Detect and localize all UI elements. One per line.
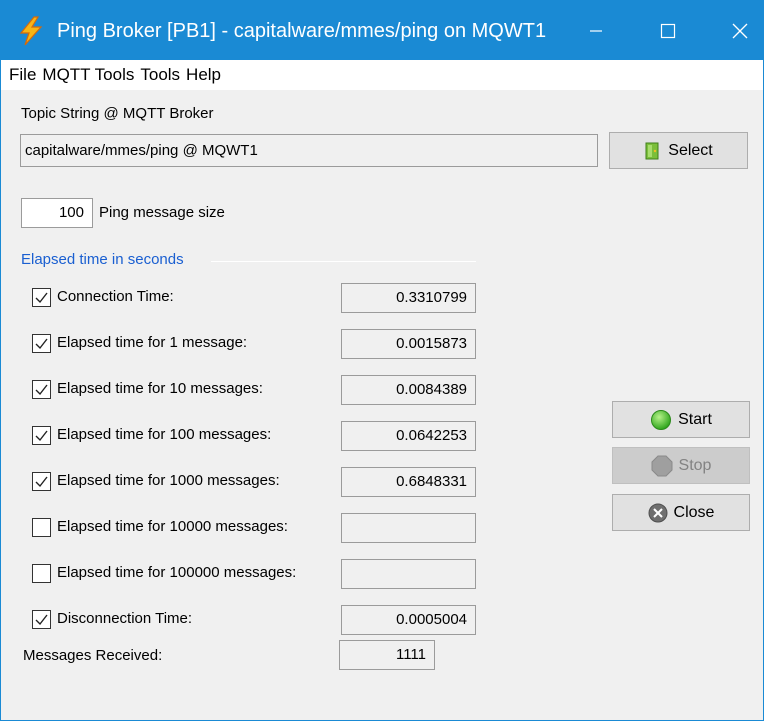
elapsed-checkbox[interactable] xyxy=(32,287,51,307)
elapsed-row-value: 0.0642253 xyxy=(341,421,476,451)
elapsed-row-value xyxy=(341,513,476,543)
title-bar[interactable]: Ping Broker [PB1] - capitalware/mmes/pin… xyxy=(1,1,763,60)
select-button[interactable]: Select xyxy=(609,132,748,169)
elapsed-row-value: 0.6848331 xyxy=(341,467,476,497)
close-button[interactable]: Close xyxy=(612,494,750,531)
elapsed-group-label: Elapsed time in seconds xyxy=(21,251,184,268)
elapsed-row: Elapsed time for 1000 messages: xyxy=(32,469,280,493)
topic-field[interactable]: capitalware/mmes/ping @ MQWT1 xyxy=(20,134,598,167)
group-divider xyxy=(211,261,476,262)
checkmark-icon xyxy=(35,338,48,349)
elapsed-row: Elapsed time for 100 messages: xyxy=(32,423,271,447)
messages-received-value: 1111 xyxy=(339,640,435,670)
green-circle-icon xyxy=(651,409,672,430)
elapsed-row-label: Connection Time: xyxy=(57,288,174,305)
elapsed-row-value: 0.0005004 xyxy=(341,605,476,635)
checkmark-icon xyxy=(35,384,48,395)
menu-help[interactable]: Help xyxy=(184,60,225,90)
elapsed-row: Elapsed time for 100000 messages: xyxy=(32,561,296,585)
menu-file[interactable]: File xyxy=(7,60,40,90)
minimize-icon xyxy=(590,29,602,32)
grey-octagon-icon xyxy=(651,455,673,476)
stop-button-label: Stop xyxy=(678,456,712,474)
close-x-circle-icon xyxy=(648,503,668,522)
elapsed-row-value: 0.0015873 xyxy=(341,329,476,359)
elapsed-row-value: 0.0084389 xyxy=(341,375,476,405)
elapsed-row-label: Elapsed time for 1 message: xyxy=(57,334,248,351)
maximize-button[interactable] xyxy=(641,1,695,60)
topic-label: Topic String @ MQTT Broker xyxy=(21,105,214,122)
elapsed-checkbox[interactable] xyxy=(32,609,51,629)
elapsed-row-label: Elapsed time for 100 messages: xyxy=(57,426,272,443)
elapsed-row: Elapsed time for 10000 messages: xyxy=(32,515,288,539)
elapsed-row-label: Elapsed time for 10000 messages: xyxy=(57,518,288,535)
elapsed-row-label: Disconnection Time: xyxy=(57,610,193,627)
checkmark-icon xyxy=(35,292,48,303)
minimize-button[interactable] xyxy=(569,1,623,60)
start-button-label: Start xyxy=(678,410,712,428)
stop-button[interactable]: Stop xyxy=(612,447,750,484)
elapsed-row: Disconnection Time: xyxy=(32,607,192,631)
ping-broker-window: Ping Broker [PB1] - capitalware/mmes/pin… xyxy=(0,0,764,721)
ping-size-label: Ping message size xyxy=(99,204,225,221)
close-button-label: Close xyxy=(673,503,715,521)
checkmark-icon xyxy=(35,430,48,441)
messages-received-label: Messages Received: xyxy=(23,647,163,664)
elapsed-row: Elapsed time for 1 message: xyxy=(32,331,247,355)
elapsed-row: Connection Time: xyxy=(32,285,174,309)
elapsed-row-value: 0.3310799 xyxy=(341,283,476,313)
select-button-label: Select xyxy=(668,141,713,159)
dialog-content: Topic String @ MQTT Broker capitalware/m… xyxy=(1,90,763,720)
window-title: Ping Broker [PB1] - capitalware/mmes/pin… xyxy=(57,20,547,42)
door-icon xyxy=(645,142,659,159)
menu-bar: File MQTT Tools Tools Help xyxy=(1,60,763,90)
elapsed-checkbox[interactable] xyxy=(32,425,51,445)
checkmark-icon xyxy=(35,614,48,625)
elapsed-row-label: Elapsed time for 10 messages: xyxy=(57,380,263,397)
elapsed-checkbox[interactable] xyxy=(32,563,51,583)
ping-size-input[interactable]: 100 xyxy=(21,198,93,228)
close-icon xyxy=(732,23,748,38)
elapsed-row-label: Elapsed time for 1000 messages: xyxy=(57,472,280,489)
checkmark-icon xyxy=(35,476,48,487)
window-close-button[interactable] xyxy=(713,1,764,60)
elapsed-checkbox[interactable] xyxy=(32,471,51,491)
menu-mqtt-tools[interactable]: MQTT Tools xyxy=(40,60,138,90)
menu-tools[interactable]: Tools xyxy=(138,60,184,90)
elapsed-row-value xyxy=(341,559,476,589)
elapsed-checkbox[interactable] xyxy=(32,379,51,399)
elapsed-checkbox[interactable] xyxy=(32,333,51,353)
elapsed-checkbox[interactable] xyxy=(32,517,51,537)
elapsed-row-label: Elapsed time for 100000 messages: xyxy=(57,564,297,581)
start-button[interactable]: Start xyxy=(612,401,750,438)
maximize-icon xyxy=(660,23,676,38)
lightning-bolt-icon xyxy=(19,16,43,46)
elapsed-row: Elapsed time for 10 messages: xyxy=(32,377,263,401)
